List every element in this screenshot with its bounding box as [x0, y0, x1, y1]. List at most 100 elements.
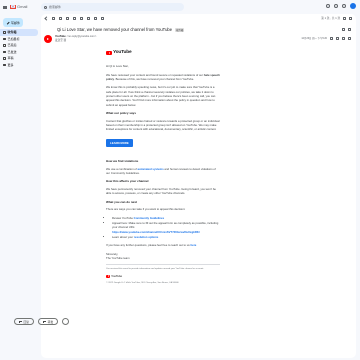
snooze-icon[interactable]: [80, 16, 83, 20]
settings-icon[interactable]: [334, 4, 338, 8]
sender-name[interactable]: YouTube: [55, 35, 66, 38]
forward-label: 转发: [47, 319, 54, 324]
reply-arrow-icon: [19, 320, 22, 323]
footer-note: You received this email to provide infor…: [106, 267, 204, 270]
email-date: 12月26日 周一 下午5:20: [301, 37, 327, 40]
search-placeholder: 搜索邮件: [49, 5, 62, 9]
pager: 第 1 封，共 1 封: [321, 16, 352, 20]
inbox-icon: [3, 31, 6, 34]
recipient-line[interactable]: 发送至 我: [55, 39, 96, 43]
apps-icon[interactable]: [342, 4, 346, 8]
search-icon[interactable]: [44, 5, 47, 9]
paragraph-appeal-info: We know this is probably upsetting news,…: [106, 85, 216, 107]
sidebar-item-drafts[interactable]: 草稿: [0, 55, 38, 62]
email-body: YouTube Hi Qi Li Love Star, We have revi…: [106, 49, 220, 285]
label-icon[interactable]: [94, 16, 97, 20]
sender-avatar: [44, 35, 52, 43]
youtube-logo: YouTube: [106, 49, 220, 56]
paragraph-channel-effect: We have permanently removed your channel…: [106, 186, 216, 196]
list-item: Review YouTube Community Guidelines: [112, 216, 220, 220]
sidebar-item-more[interactable]: 更多: [0, 62, 38, 69]
draft-icon: [3, 57, 6, 60]
clock-icon: [3, 44, 6, 47]
reply-button[interactable]: 回复: [14, 318, 35, 325]
chevron-down-icon: [3, 63, 6, 66]
gmail-m-icon: [10, 4, 16, 9]
footer-youtube-logo: YouTube: [106, 274, 220, 279]
heading-find-violations: How we find violations: [106, 159, 139, 163]
account-avatar[interactable]: [350, 3, 356, 9]
side-panel-rail: [356, 16, 360, 356]
mail-meta: 12月26日 周一 下午5:20: [301, 36, 351, 40]
paragraph-violation: We have reviewed your content and found …: [106, 72, 220, 82]
sidebar-item-inbox[interactable]: 收件箱: [0, 29, 38, 36]
here-link[interactable]: here: [190, 243, 196, 247]
heading-channel-effect: How this affects your channel: [106, 179, 149, 184]
community-guidelines-link[interactable]: Community Guidelines: [134, 216, 164, 220]
sidebar-item-label: 已发送: [7, 49, 17, 54]
prev-icon[interactable]: [343, 16, 346, 20]
youtube-play-icon: [106, 50, 112, 55]
paragraph-next-steps: There are ways you can take if you want …: [106, 207, 186, 212]
archive-icon[interactable]: [52, 16, 55, 20]
compose-label: 写邮件: [11, 20, 21, 25]
sidebar: 写邮件 收件箱 已加星标 已延后 已发送 草稿 更多: [0, 18, 40, 68]
heading-next-steps: What you can do next: [106, 199, 138, 204]
forward-arrow-icon: [43, 320, 46, 323]
report-spam-icon[interactable]: [59, 16, 62, 20]
search-input[interactable]: 搜索邮件: [41, 3, 184, 11]
divider: [106, 264, 220, 265]
paragraph-policy: Content that glorifies or incites hatred…: [106, 118, 220, 132]
paragraph-detection: We use a combination of automated system…: [106, 166, 216, 175]
more-vert-icon[interactable]: [101, 16, 104, 20]
gmail-logo[interactable]: Gmail: [10, 4, 27, 9]
delete-icon[interactable]: [66, 16, 69, 20]
email-subject-row: Qi Li Love Star, we have removed your ch…: [57, 27, 185, 32]
sidebar-item-label: 更多: [7, 62, 14, 67]
help-icon[interactable]: [326, 4, 330, 8]
sender-block: YouTube <no-reply@youtube.com> 发送至 我: [44, 35, 96, 43]
channel-url-link[interactable]: https://www.youtube.com/channel/UCxxxSVT…: [112, 230, 200, 234]
sidebar-item-label: 已加星标: [7, 36, 20, 41]
forward-button[interactable]: 转发: [38, 318, 59, 325]
email-subject: Qi Li Love Star, we have removed your ch…: [57, 27, 173, 32]
automated-systems-link[interactable]: automated systems: [138, 167, 164, 171]
sidebar-item-snoozed[interactable]: 已延后: [0, 42, 38, 49]
star-icon[interactable]: [330, 36, 333, 40]
copyright: © 2022 Google LLC d/b/a YouTube, 901 Che…: [106, 281, 179, 284]
message-toolbar: [41, 14, 356, 22]
open-new-window-icon[interactable]: [348, 28, 351, 31]
sidebar-item-label: 已延后: [7, 43, 17, 48]
list-item: Learn about your resolution options: [112, 235, 220, 239]
print-icon[interactable]: [342, 28, 345, 31]
more-vert-icon[interactable]: [348, 36, 351, 40]
next-steps-list: Review YouTube Community Guidelines Appe…: [106, 216, 220, 240]
emoji-button[interactable]: [62, 318, 70, 325]
sidebar-nav: 收件箱 已加星标 已延后 已发送 草稿 更多: [0, 29, 40, 68]
youtube-play-icon: [106, 274, 110, 278]
mark-unread-icon[interactable]: [73, 16, 76, 20]
send-icon: [3, 50, 6, 53]
youtube-logo-text: YouTube: [113, 50, 132, 55]
reply-label: 回复: [23, 319, 30, 324]
compose-button[interactable]: 写邮件: [3, 18, 23, 27]
sender-email: <no-reply@youtube.com>: [66, 35, 97, 38]
star-icon: [3, 37, 6, 40]
inbox-tag[interactable]: 收件箱: [175, 27, 185, 32]
paragraph-contact: If you have any further questions, pleas…: [106, 243, 197, 248]
back-arrow-icon[interactable]: [44, 15, 49, 21]
footer-logo-text: YouTube: [111, 274, 122, 279]
next-icon[interactable]: [349, 16, 352, 20]
reply-icon[interactable]: [342, 36, 345, 40]
greeting: Hi Qi Li Love Star,: [106, 64, 129, 69]
learn-more-button[interactable]: LEARN MORE: [106, 138, 133, 147]
move-to-icon[interactable]: [87, 16, 90, 20]
sidebar-item-label: 草稿: [7, 56, 14, 61]
reply-actions: 回复 转发: [14, 318, 70, 325]
list-item: Appeal here: Make sure to fill out the a…: [112, 221, 220, 234]
resolution-options-link[interactable]: resolution options: [134, 235, 158, 239]
subject-actions: [342, 28, 351, 31]
signature: Sincerely, The YouTube team: [106, 251, 130, 260]
main-menu-icon[interactable]: [3, 6, 7, 9]
emoji-react-icon[interactable]: [336, 36, 339, 40]
